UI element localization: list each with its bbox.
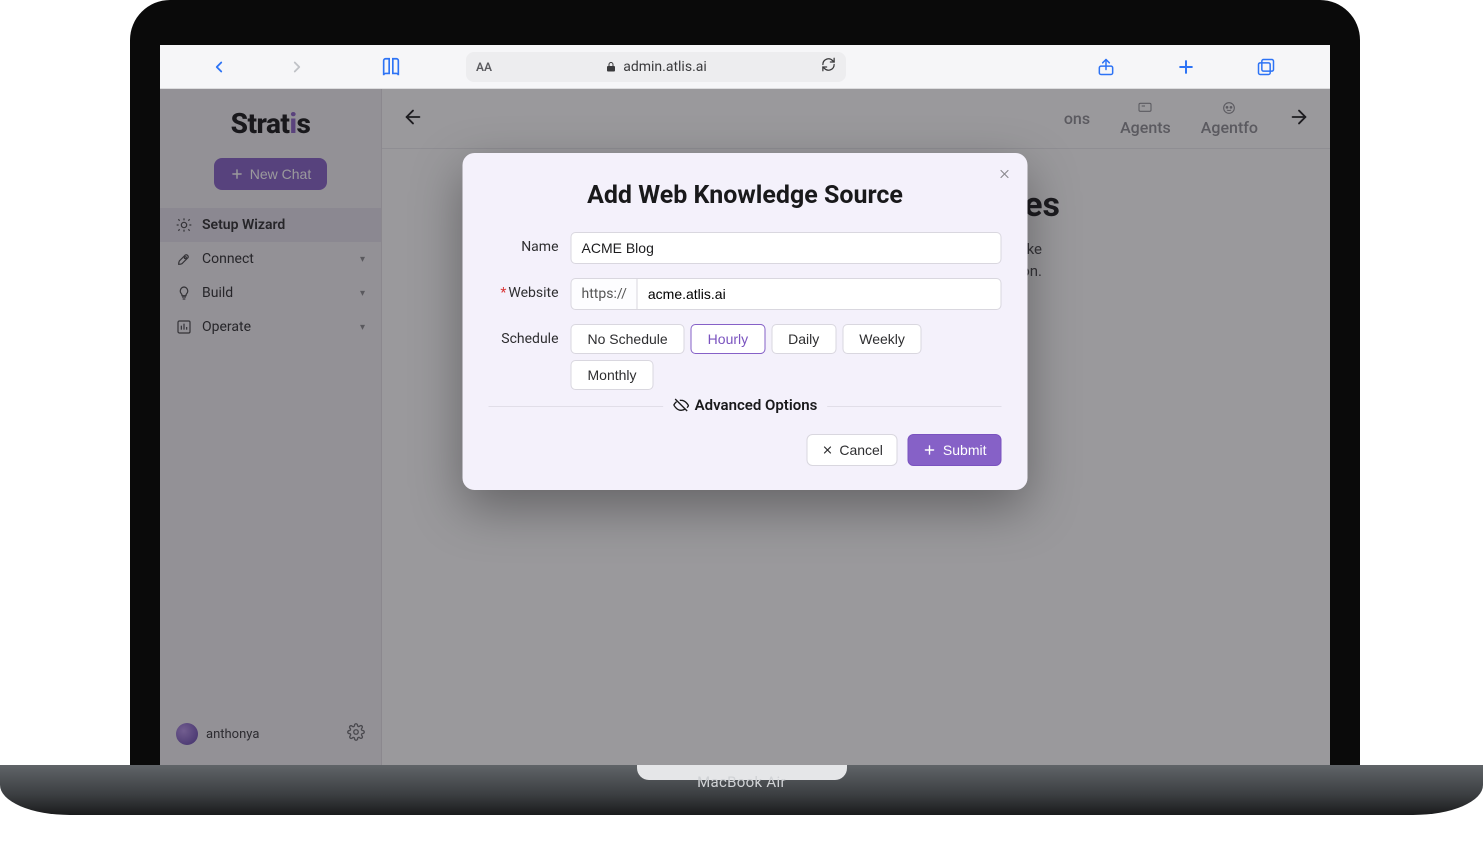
schedule-option-hourly[interactable]: Hourly	[691, 324, 765, 354]
share-button[interactable]	[1096, 57, 1116, 77]
plus-icon	[923, 443, 937, 457]
back-button[interactable]	[210, 58, 228, 76]
screen: AA admin.atlis.ai	[160, 45, 1330, 765]
modal-title: Add Web Knowledge Source	[489, 181, 1002, 210]
add-web-source-modal: Add Web Knowledge Source Name *Website h…	[463, 153, 1028, 490]
advanced-options-toggle[interactable]: Advanced Options	[663, 396, 828, 414]
new-tab-button[interactable]	[1176, 57, 1196, 77]
lock-icon	[605, 61, 617, 73]
schedule-options: No ScheduleHourlyDailyWeekly Monthly	[571, 324, 1002, 390]
website-label: *Website	[489, 278, 559, 301]
url-text: admin.atlis.ai	[623, 59, 707, 75]
close-icon	[821, 444, 833, 456]
cancel-button[interactable]: Cancel	[806, 434, 898, 466]
laptop-frame: AA admin.atlis.ai	[130, 0, 1360, 800]
text-size-button[interactable]: AA	[476, 60, 492, 74]
schedule-option-daily[interactable]: Daily	[771, 324, 836, 354]
eye-off-icon	[673, 397, 689, 413]
schedule-label: Schedule	[489, 324, 559, 347]
device-label: MacBook Air	[0, 773, 1483, 791]
app-viewport: Stratis New Chat Setup Wizard Conn	[160, 89, 1330, 765]
close-icon	[998, 167, 1012, 181]
laptop-base: MacBook Air	[0, 765, 1483, 815]
website-input[interactable]	[637, 278, 1002, 310]
name-input[interactable]	[571, 232, 1002, 264]
forward-button	[288, 58, 306, 76]
divider: Advanced Options	[489, 406, 1002, 428]
schedule-option-no-schedule[interactable]: No Schedule	[571, 324, 685, 354]
refresh-button[interactable]	[821, 57, 836, 76]
schedule-option-weekly[interactable]: Weekly	[842, 324, 922, 354]
modal-close-button[interactable]	[998, 167, 1012, 186]
tabs-overview-button[interactable]	[1256, 57, 1276, 77]
reading-list-icon[interactable]	[380, 56, 402, 78]
submit-button[interactable]: Submit	[908, 434, 1002, 466]
address-bar[interactable]: AA admin.atlis.ai	[466, 52, 846, 82]
name-label: Name	[489, 232, 559, 255]
safari-toolbar: AA admin.atlis.ai	[160, 45, 1330, 89]
schedule-option-monthly[interactable]: Monthly	[571, 360, 654, 390]
url-prefix: https://	[571, 278, 637, 310]
